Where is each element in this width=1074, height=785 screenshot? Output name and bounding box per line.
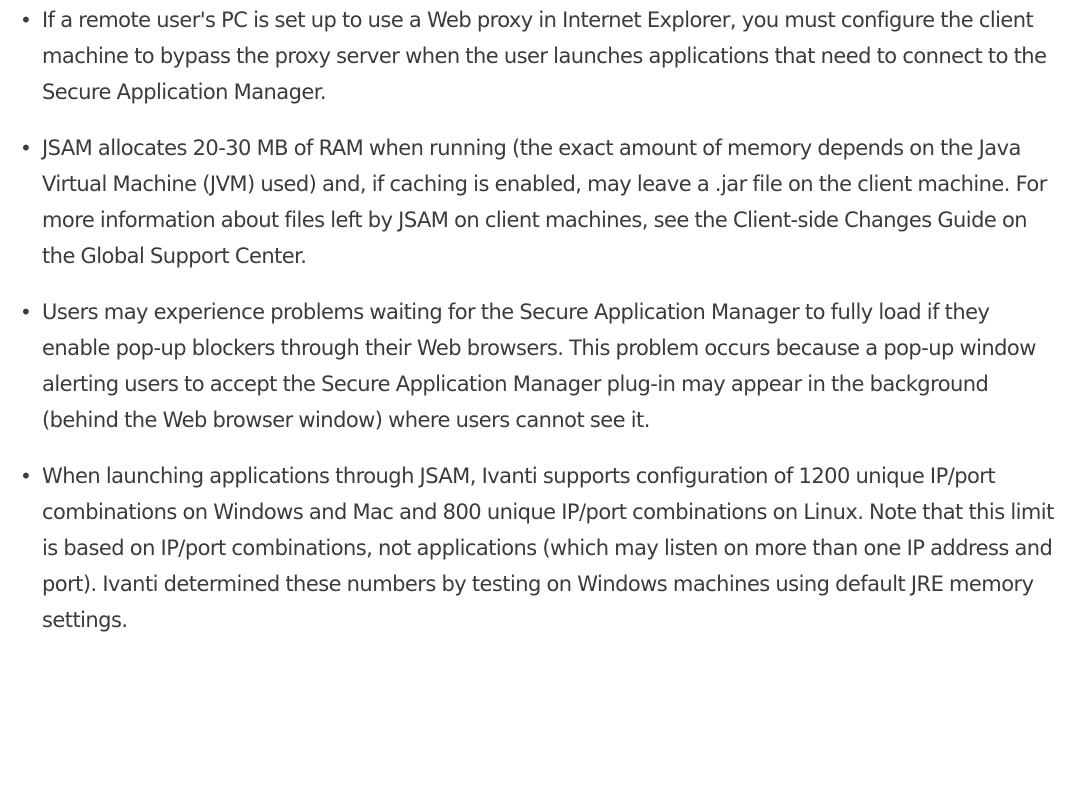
- list-item-text: When launching applications through JSAM…: [42, 464, 1054, 632]
- list-item-text: If a remote user's PC is set up to use a…: [42, 8, 1047, 104]
- list-item: • JSAM allocates 20-30 MB of RAM when ru…: [20, 130, 1060, 274]
- list-item: • Users may experience problems waiting …: [20, 294, 1060, 438]
- bullet-icon: •: [20, 8, 32, 32]
- bullet-list: • If a remote user's PC is set up to use…: [20, 2, 1060, 658]
- list-item: • If a remote user's PC is set up to use…: [20, 2, 1060, 110]
- bullet-icon: •: [20, 300, 32, 324]
- list-item: • When launching applications through JS…: [20, 458, 1060, 638]
- document-page: • If a remote user's PC is set up to use…: [0, 0, 1074, 785]
- bullet-icon: •: [20, 136, 32, 160]
- bullet-icon: •: [20, 464, 32, 488]
- list-item-text: Users may experience problems waiting fo…: [42, 300, 1036, 432]
- list-item-text: JSAM allocates 20-30 MB of RAM when runn…: [42, 136, 1047, 268]
